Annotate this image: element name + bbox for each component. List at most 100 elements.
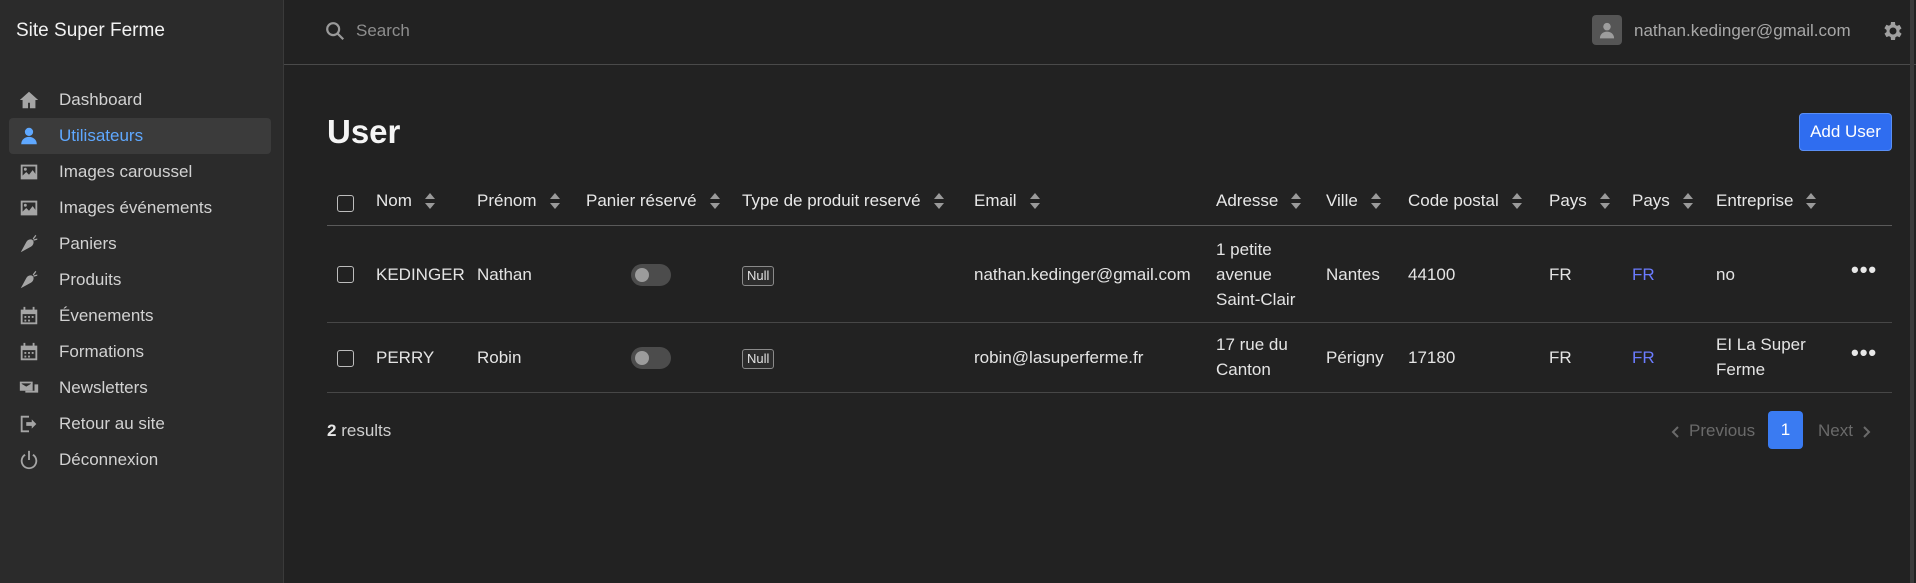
sidebar-item-produits[interactable]: Produits [9,262,271,298]
newsletter-icon [17,376,41,400]
sidebar-item-formations[interactable]: Formations [9,334,271,370]
sort-icon[interactable] [1599,192,1611,210]
sidebar-item-label: Images caroussel [59,162,193,181]
page-1-button[interactable]: 1 [1768,411,1803,449]
column-header-label: Email [974,191,1017,210]
sort-icon[interactable] [1682,192,1694,210]
cell-code-postal: 44100 [1408,265,1456,284]
user-email[interactable]: nathan.kedinger@gmail.com [1634,21,1851,41]
sidebar-item-label: Paniers [59,234,117,253]
cell-pays-link[interactable]: FR [1632,345,1655,370]
sidebar-item-label: Images événements [59,198,213,217]
previous-label: Previous [1689,421,1756,440]
sidebar-item-evenements[interactable]: Évenements [9,298,271,334]
cell-email: robin@lasuperferme.fr [974,348,1144,367]
column-header-panier-reserve[interactable]: Panier réservé [586,191,721,211]
sort-icon[interactable] [709,192,721,210]
null-badge: Null [742,266,775,286]
cell-ville: Nantes [1326,265,1380,284]
next-button[interactable]: Next [1818,421,1871,441]
panier-toggle[interactable] [631,264,671,286]
table-row[interactable]: KEDINGER Nathan Null nathan.kedinger@gma… [327,226,1892,323]
column-header-adresse[interactable]: Adresse [1216,191,1302,211]
sort-icon[interactable] [1029,192,1041,210]
column-header-label: Adresse [1216,191,1279,210]
row-checkbox[interactable] [337,266,354,283]
search-icon [324,20,346,42]
column-header-prenom[interactable]: Prénom [477,191,561,211]
cell-code-postal: 17180 [1408,348,1456,367]
sidebar-item-label: Produits [59,270,122,289]
cell-nom: KEDINGER [376,265,465,284]
row-checkbox[interactable] [337,350,354,367]
calendar-icon [17,340,41,364]
sidebar-item-images-evenements[interactable]: Images événements [9,190,271,226]
cell-adresse: 17 rue du Canton [1216,332,1288,382]
column-header-nom[interactable]: Nom [376,191,436,211]
sidebar-item-dashboard[interactable]: Dashboard [9,82,271,118]
user-icon [17,124,41,148]
adresse-line: 1 petite [1216,240,1272,259]
sidebar-item-label: Dashboard [59,90,143,109]
previous-button[interactable]: Previous [1671,421,1755,441]
sort-icon[interactable] [1370,192,1382,210]
chevron-left-icon [1671,424,1681,438]
calendar-icon [17,304,41,328]
column-header-ville[interactable]: Ville [1326,191,1382,211]
next-label: Next [1818,421,1853,440]
column-header-pays-2[interactable]: Pays [1632,191,1694,211]
column-header-pays[interactable]: Pays [1549,191,1611,211]
sort-icon[interactable] [1805,192,1817,210]
column-header-label: Prénom [477,191,537,210]
sort-icon[interactable] [549,192,561,210]
column-header-label: Code postal [1408,191,1499,210]
add-user-button[interactable]: Add User [1799,113,1892,151]
sidebar-item-label: Retour au site [59,414,165,433]
checkbox[interactable] [337,266,354,283]
carrot-icon [17,268,41,292]
sort-icon[interactable] [1511,192,1523,210]
exit-icon [17,412,41,436]
avatar[interactable] [1592,15,1622,45]
sort-icon[interactable] [424,192,436,210]
sidebar-item-images-caroussel[interactable]: Images caroussel [9,154,271,190]
results-number: 2 [327,421,337,440]
scrollbar[interactable] [1910,0,1914,583]
select-all-checkbox[interactable] [337,195,354,212]
cell-nom: PERRY [376,348,435,367]
row-actions-button[interactable]: ••• [1851,340,1877,365]
column-header-code-postal[interactable]: Code postal [1408,191,1523,211]
panier-toggle[interactable] [631,347,671,369]
toggle-switch[interactable] [631,347,671,369]
gear-icon[interactable] [1880,19,1904,43]
search-input[interactable] [356,17,956,45]
cell-entreprise: no [1716,265,1735,284]
column-header-label: Entreprise [1716,191,1794,210]
sidebar-item-utilisateurs[interactable]: Utilisateurs [9,118,271,154]
sidebar-item-paniers[interactable]: Paniers [9,226,271,262]
sidebar-item-deconnexion[interactable]: Déconnexion [9,442,271,478]
column-header-email[interactable]: Email [974,191,1041,211]
cell-adresse: 1 petite avenue Saint-Clair [1216,237,1295,312]
checkbox[interactable] [337,195,354,212]
toggle-switch[interactable] [631,264,671,286]
table-header: Nom Prénom Panier réservé Type de produi… [327,182,1892,226]
column-header-label: Pays [1632,191,1670,210]
sidebar: Site Super Ferme Dashboard Utilisateurs … [0,0,284,583]
table-row[interactable]: PERRY Robin Null robin@lasuperferme.fr 1… [327,323,1892,393]
sidebar-item-retour-au-site[interactable]: Retour au site [9,406,271,442]
carrot-icon [17,232,41,256]
column-header-entreprise[interactable]: Entreprise [1716,191,1817,211]
sort-icon[interactable] [933,192,945,210]
cell-pays-link[interactable]: FR [1632,262,1655,287]
row-actions-button[interactable]: ••• [1851,257,1877,282]
sort-icon[interactable] [1290,192,1302,210]
checkbox[interactable] [337,350,354,367]
image-icon [17,196,41,220]
sidebar-item-newsletters[interactable]: Newsletters [9,370,271,406]
chevron-right-icon [1861,424,1871,438]
column-header-type-produit[interactable]: Type de produit reservé [742,191,945,211]
app-title[interactable]: Site Super Ferme [16,20,165,42]
cell-prenom: Nathan [477,265,532,284]
cell-type-produit: Null [742,262,775,287]
